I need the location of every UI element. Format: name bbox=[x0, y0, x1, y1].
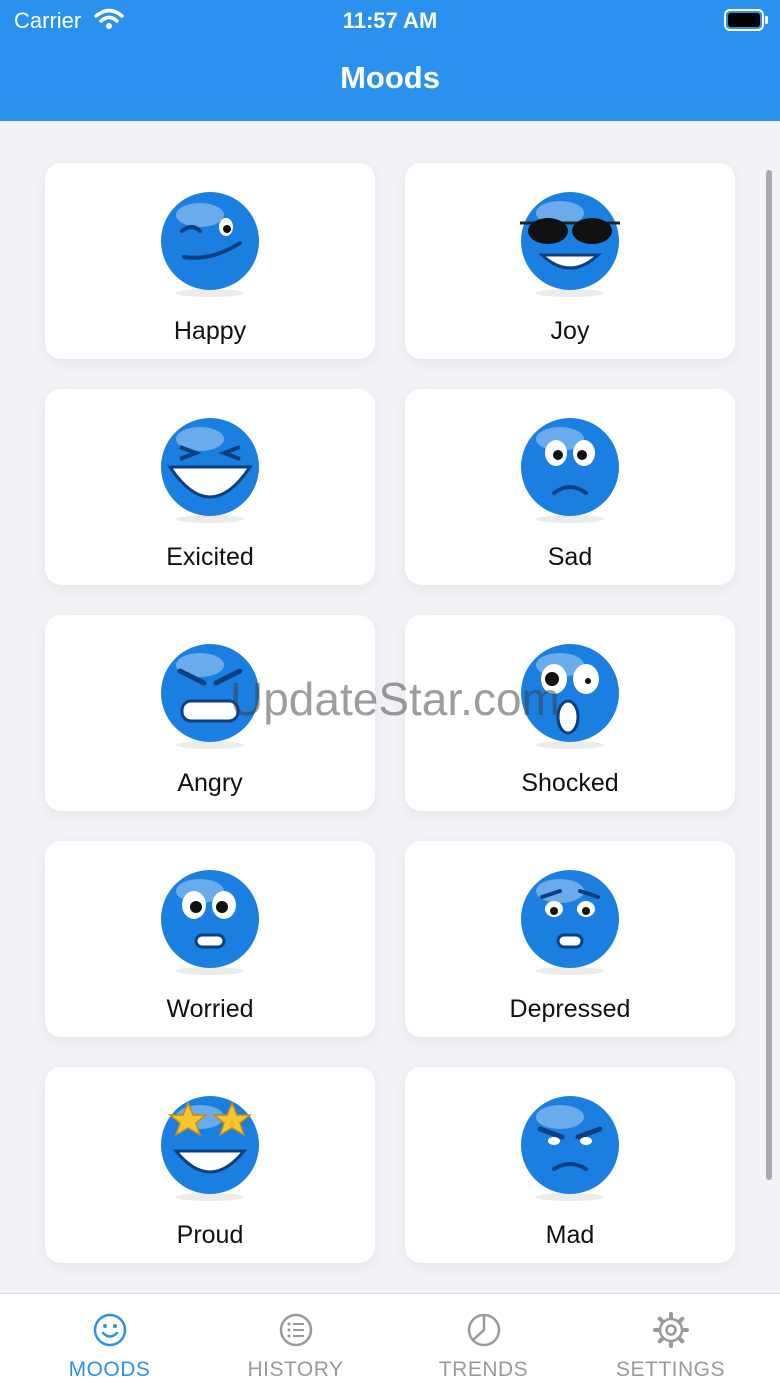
worried-face-icon bbox=[161, 870, 259, 975]
wink-face-icon bbox=[161, 192, 259, 297]
mood-card-happy[interactable]: Happy bbox=[45, 163, 375, 359]
sad-face-icon bbox=[521, 418, 619, 523]
mood-label: Joy bbox=[550, 317, 590, 345]
mood-label: Mad bbox=[545, 1221, 595, 1249]
battery-icon bbox=[724, 9, 768, 31]
depressed-face-icon bbox=[521, 870, 619, 975]
tab-settings[interactable]: SETTINGS bbox=[573, 1294, 768, 1387]
tab-label: HISTORY bbox=[247, 1358, 344, 1381]
watermark: UpdateStar.com bbox=[230, 673, 560, 725]
mood-card-proud[interactable]: Proud bbox=[45, 1067, 375, 1263]
mood-label: Depressed bbox=[509, 995, 631, 1023]
sunglasses-face-icon bbox=[520, 192, 620, 297]
mood-label: Angry bbox=[177, 769, 243, 797]
mad-face-icon bbox=[521, 1096, 619, 1201]
mood-card-depressed[interactable]: Depressed bbox=[405, 841, 735, 1037]
mood-label: Proud bbox=[176, 1221, 244, 1249]
gear-icon bbox=[653, 1312, 689, 1348]
tab-moods[interactable]: MOODS bbox=[12, 1294, 207, 1387]
mood-card-exicited[interactable]: Exicited bbox=[45, 389, 375, 585]
mood-card-joy[interactable]: Joy bbox=[405, 163, 735, 359]
tab-label: MOODS bbox=[68, 1358, 151, 1381]
page-title: Moods bbox=[340, 60, 440, 95]
mood-label: Shocked bbox=[521, 769, 619, 797]
scrollbar[interactable] bbox=[766, 170, 772, 1180]
mood-card-mad[interactable]: Mad bbox=[405, 1067, 735, 1263]
tab-trends[interactable]: TRENDS bbox=[386, 1294, 581, 1387]
header: Carrier 11:57 AM Moods bbox=[0, 0, 780, 121]
mood-label: Worried bbox=[166, 995, 254, 1023]
laughing-face-icon bbox=[161, 418, 259, 523]
tab-bar: MOODS HISTORY TRENDS SETTINGS bbox=[0, 1293, 780, 1387]
pie-chart-icon bbox=[467, 1313, 501, 1347]
mood-label: Exicited bbox=[166, 543, 254, 571]
mood-card-worried[interactable]: Worried bbox=[45, 841, 375, 1037]
tab-history[interactable]: HISTORY bbox=[198, 1294, 393, 1387]
list-icon bbox=[279, 1313, 313, 1347]
smile-icon bbox=[93, 1313, 127, 1347]
star-eyes-face-icon bbox=[161, 1096, 259, 1201]
tab-label: TRENDS bbox=[438, 1358, 529, 1381]
mood-label: Happy bbox=[173, 317, 247, 345]
status-time: 11:57 AM bbox=[342, 8, 438, 33]
status-bar: Carrier 11:57 AM bbox=[0, 0, 780, 40]
tab-label: SETTINGS bbox=[615, 1358, 725, 1381]
mood-label: Sad bbox=[547, 543, 593, 571]
mood-card-sad[interactable]: Sad bbox=[405, 389, 735, 585]
